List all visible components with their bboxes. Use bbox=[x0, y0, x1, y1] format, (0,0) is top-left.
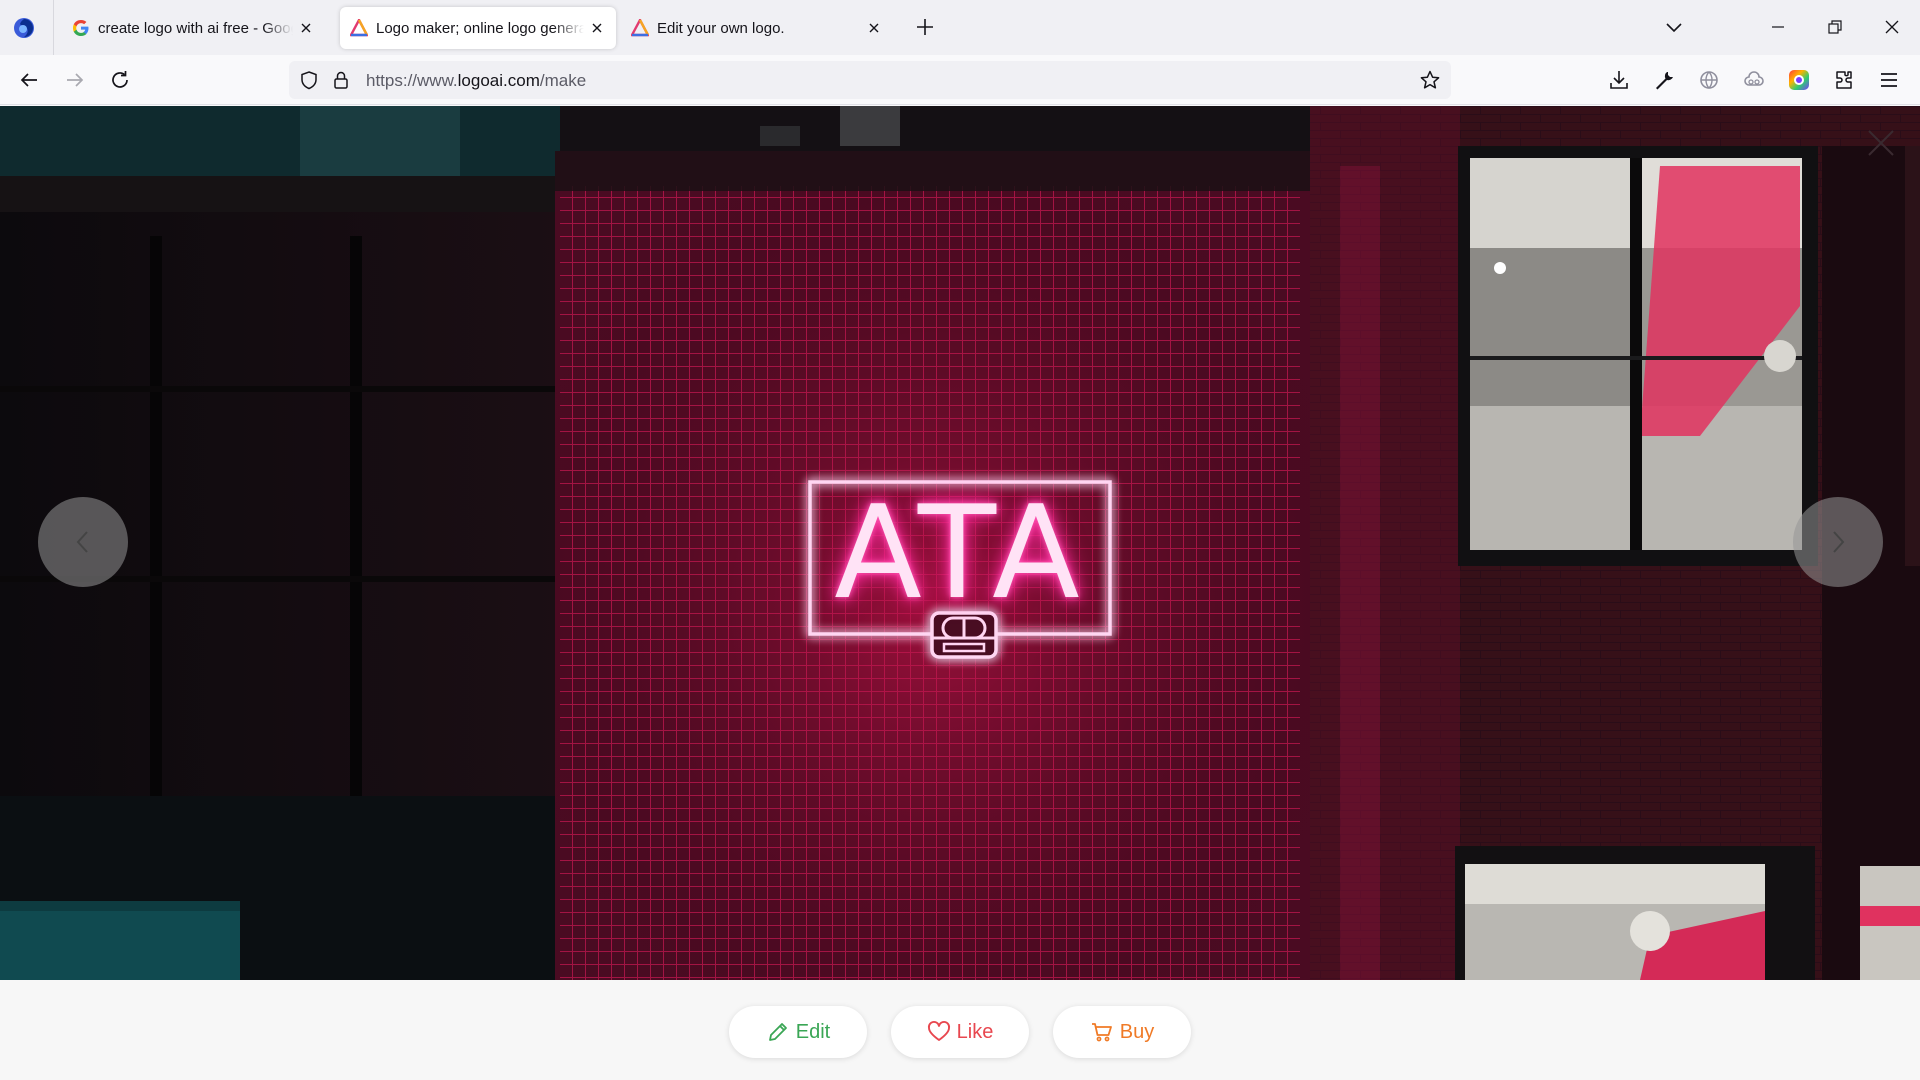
new-tab-plus-icon[interactable] bbox=[914, 16, 936, 38]
tab-strip: create logo with ai free - Google Search… bbox=[0, 0, 1920, 55]
lock-icon[interactable] bbox=[332, 70, 350, 90]
downloads-icon[interactable] bbox=[1607, 68, 1631, 92]
restore-window-icon[interactable] bbox=[1824, 16, 1846, 38]
tab-title: Logo maker; online logo generator bbox=[376, 19, 584, 37]
chevron-right-icon bbox=[1833, 531, 1845, 553]
url-prefix: https://www. bbox=[366, 71, 458, 90]
previous-logo-button[interactable] bbox=[38, 497, 128, 587]
extensions-puzzle-icon[interactable] bbox=[1832, 68, 1856, 92]
firefox-logo-icon[interactable] bbox=[12, 16, 36, 40]
shopping-cart-icon bbox=[1091, 1023, 1112, 1042]
tab-edit-logo[interactable]: Edit your own logo. bbox=[621, 7, 893, 49]
close-window-icon[interactable] bbox=[1881, 16, 1903, 38]
tracking-protection-shield-icon[interactable] bbox=[299, 70, 319, 90]
edit-label: Edit bbox=[795, 1020, 831, 1043]
chevron-left-icon bbox=[76, 531, 88, 553]
hamburger-menu-icon[interactable] bbox=[1877, 68, 1901, 92]
logo-preview-area: ATA bbox=[0, 106, 1920, 980]
logoai-icon bbox=[631, 19, 649, 37]
close-preview-icon[interactable] bbox=[1866, 128, 1896, 158]
logo-text: ATA bbox=[834, 479, 1086, 628]
tab-google-search[interactable]: create logo with ai free - Google Search bbox=[62, 7, 325, 49]
translate-globe-icon[interactable] bbox=[1697, 68, 1721, 92]
tab-title: create logo with ai free - Google Search bbox=[98, 19, 293, 37]
next-logo-button[interactable] bbox=[1793, 497, 1883, 587]
tab-separator bbox=[53, 0, 54, 55]
edit-button[interactable]: Edit bbox=[729, 1006, 867, 1058]
close-tab-icon[interactable] bbox=[297, 19, 315, 37]
buy-button[interactable]: Buy bbox=[1053, 1006, 1191, 1058]
extension-cloud-icon[interactable] bbox=[1742, 68, 1766, 92]
heart-icon bbox=[927, 1020, 950, 1041]
like-label: Like bbox=[956, 1020, 994, 1043]
pencil-icon bbox=[768, 1023, 787, 1041]
close-tab-icon[interactable] bbox=[865, 19, 883, 37]
wrench-tools-icon[interactable] bbox=[1652, 68, 1676, 92]
bookmark-star-icon[interactable] bbox=[1419, 69, 1441, 91]
minimize-window-icon[interactable] bbox=[1767, 16, 1789, 38]
back-arrow-icon[interactable] bbox=[17, 68, 41, 92]
list-all-tabs-chevron-icon[interactable] bbox=[1664, 17, 1684, 37]
navigation-toolbar: https://www.logoai.com/make bbox=[0, 55, 1920, 105]
logoai-icon bbox=[350, 19, 368, 37]
buy-label: Buy bbox=[1119, 1020, 1155, 1043]
url-text[interactable]: https://www.logoai.com/make bbox=[366, 71, 586, 91]
logo-action-bar: Edit Like Buy bbox=[0, 980, 1920, 1080]
google-icon bbox=[73, 20, 89, 36]
forward-arrow-icon[interactable] bbox=[63, 68, 87, 92]
url-path: /make bbox=[539, 71, 587, 90]
reload-icon[interactable] bbox=[108, 68, 132, 92]
color-picker-extension-icon[interactable] bbox=[1787, 68, 1811, 92]
tab-title: Edit your own logo. bbox=[657, 19, 785, 37]
like-button[interactable]: Like bbox=[891, 1006, 1029, 1058]
url-host: logoai.com bbox=[457, 71, 540, 90]
tab-logo-maker[interactable]: Logo maker; online logo generator bbox=[340, 7, 616, 49]
close-tab-icon[interactable] bbox=[588, 19, 606, 37]
address-bar[interactable]: https://www.logoai.com/make bbox=[289, 61, 1451, 99]
